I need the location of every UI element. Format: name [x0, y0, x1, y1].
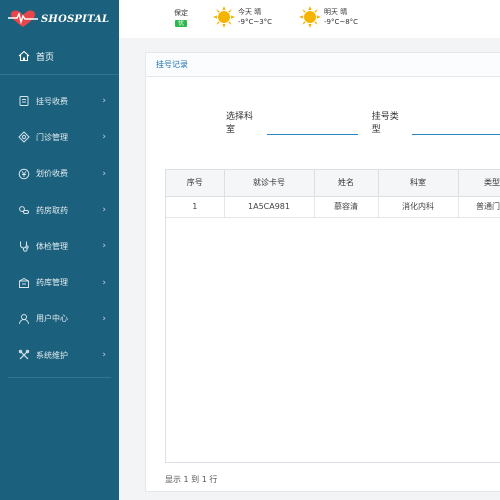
- sidebar-item-label: 体检管理: [36, 241, 68, 251]
- aqi-city: 保定: [174, 9, 188, 17]
- registration-records-panel: 挂号记录 选择科室 挂号类型 序号 就诊卡号 姓名 科室 类型 1 1A5CA9…: [145, 52, 500, 492]
- sidebar-item-label: 药库管理: [36, 278, 68, 288]
- sun-icon: [213, 6, 235, 28]
- sidebar-item-label: 首页: [36, 52, 55, 63]
- sidebar-item-label: 门诊管理: [36, 132, 68, 142]
- pharmacy-icon: [18, 204, 30, 216]
- sidebar-item-system[interactable]: 系统维护 ›: [0, 337, 119, 373]
- cell-name: 慕容清: [314, 196, 379, 218]
- registration-type-select[interactable]: [412, 123, 500, 135]
- warehouse-icon: [18, 277, 30, 289]
- chevron-right-icon: ›: [102, 241, 106, 252]
- heartbeat-logo-icon: [8, 9, 38, 29]
- sidebar-item-pricing[interactable]: 划价收费 ›: [0, 156, 119, 192]
- sun-icon: [299, 6, 321, 28]
- checkup-icon: [18, 240, 30, 252]
- registration-type-label: 挂号类型: [371, 112, 399, 135]
- sidebar-item-home[interactable]: 首页: [0, 38, 119, 75]
- column-header[interactable]: 就诊卡号: [224, 170, 315, 197]
- sidebar-item-user-center[interactable]: 用户中心 ›: [0, 301, 119, 337]
- sidebar-item-registration[interactable]: 挂号收费 ›: [0, 83, 119, 119]
- cell-type: 普通门诊: [458, 196, 500, 218]
- sidebar-item-label: 用户中心: [36, 314, 68, 324]
- chevron-right-icon: ›: [102, 350, 106, 361]
- weather-today: 今天 晴 -9°C~3°C: [213, 6, 272, 28]
- weather-tomorrow-temp: -9°C~8°C: [324, 18, 359, 26]
- chevron-right-icon: ›: [102, 168, 106, 179]
- column-header[interactable]: 类型: [458, 170, 500, 197]
- sidebar-item-warehouse[interactable]: 药库管理 ›: [0, 264, 119, 300]
- top-header: SHOSPITAL 保定 优 今天 晴 -9°C~3°C 明天 晴 -9°C~8…: [0, 0, 500, 38]
- chevron-right-icon: ›: [102, 132, 106, 143]
- column-header[interactable]: 序号: [166, 170, 225, 197]
- brand[interactable]: SHOSPITAL: [0, 0, 119, 38]
- sidebar-item-label: 划价收费: [36, 169, 68, 179]
- sidebar-item-checkup[interactable]: 体检管理 ›: [0, 228, 119, 264]
- sidebar: 首页 挂号收费 › 门诊管理 › 划价收费 › 药房取药 › 体检管理 › 药库…: [0, 38, 119, 500]
- chevron-right-icon: ›: [102, 313, 106, 324]
- chevron-right-icon: ›: [102, 96, 106, 107]
- register-icon: [18, 95, 30, 107]
- pricing-icon: [18, 168, 30, 180]
- weather-today-label: 今天 晴: [238, 8, 262, 16]
- user-icon: [18, 313, 30, 325]
- sidebar-item-outpatient[interactable]: 门诊管理 ›: [0, 119, 119, 155]
- outpatient-icon: [18, 131, 30, 144]
- weather-today-temp: -9°C~3°C: [238, 18, 273, 26]
- records-table: 序号 就诊卡号 姓名 科室 类型 1 1A5CA981 慕容清 消化内科 普通门…: [165, 169, 500, 463]
- weather-tomorrow-label: 明天 晴: [324, 8, 348, 16]
- department-label: 选择科室: [226, 112, 254, 135]
- department-select[interactable]: [266, 123, 359, 135]
- column-header[interactable]: 科室: [378, 170, 459, 197]
- sidebar-item-label: 挂号收费: [36, 96, 68, 106]
- aqi-badge: 优: [174, 20, 187, 27]
- sidebar-item-label: 系统维护: [36, 350, 68, 360]
- sidebar-item-label: 药房取药: [36, 205, 68, 215]
- brand-name: SHOSPITAL: [41, 13, 110, 25]
- filter-bar: 选择科室 挂号类型: [226, 109, 500, 135]
- table-row[interactable]: 1 1A5CA981 慕容清 消化内科 普通门诊: [166, 196, 500, 218]
- cell-card-number: 1A5CA981: [224, 196, 315, 218]
- panel-title: 挂号记录: [146, 53, 500, 77]
- cell-department: 消化内科: [378, 196, 459, 218]
- weather-tomorrow: 明天 晴 -9°C~8°C: [299, 6, 358, 28]
- column-header[interactable]: 姓名: [314, 170, 379, 197]
- pagination-info: 显示 1 到 1 行: [165, 475, 218, 484]
- tools-icon: [18, 349, 30, 361]
- chevron-right-icon: ›: [102, 205, 106, 216]
- table-header-row: 序号 就诊卡号 姓名 科室 类型: [166, 170, 500, 197]
- sidebar-divider: [8, 377, 111, 379]
- sidebar-item-pharmacy[interactable]: 药房取药 ›: [0, 192, 119, 228]
- home-icon: [18, 50, 30, 62]
- chevron-right-icon: ›: [102, 277, 106, 288]
- cell-index: 1: [166, 196, 225, 218]
- air-quality: 保定 优: [171, 8, 191, 27]
